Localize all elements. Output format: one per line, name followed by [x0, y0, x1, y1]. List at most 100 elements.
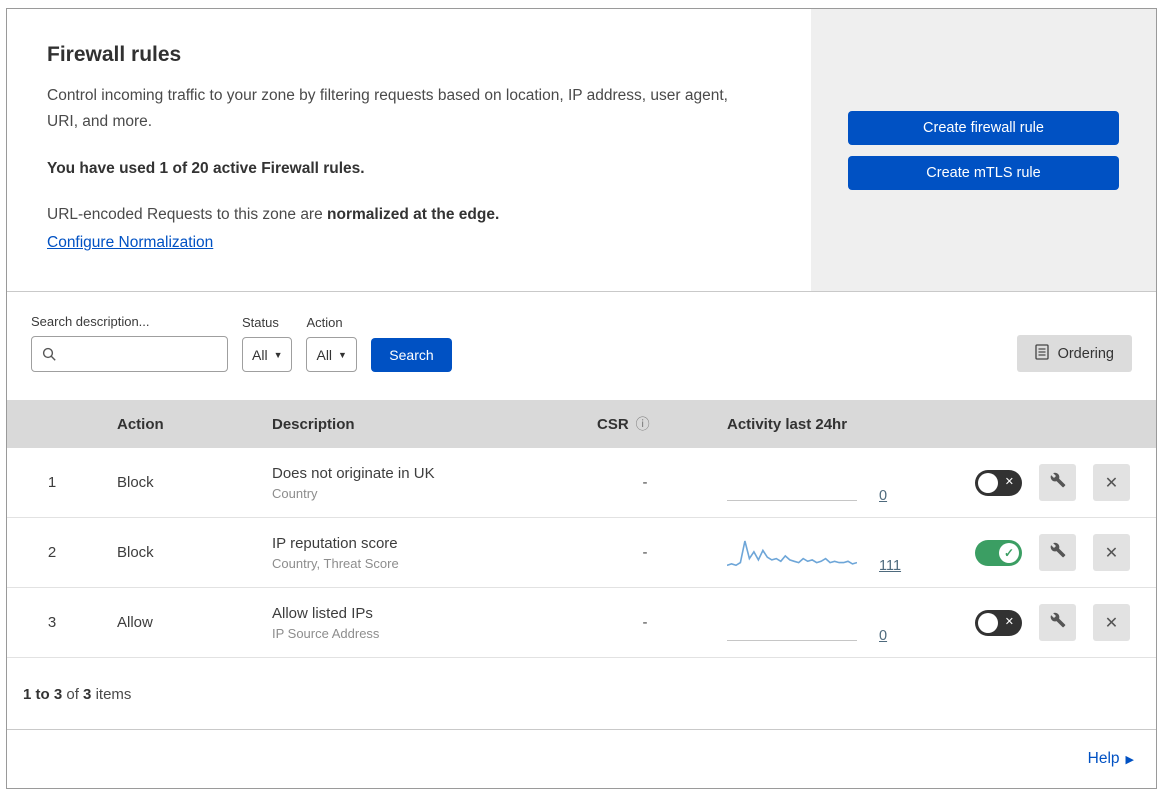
rule-description-cell: Does not originate in UK Country: [272, 465, 597, 501]
edit-rule-button[interactable]: [1039, 534, 1076, 571]
status-select[interactable]: All ▼: [242, 337, 293, 372]
pagination-summary: 1 to 3 of 3 items: [7, 659, 1156, 730]
action-label: Action: [306, 315, 343, 330]
normalization-note: URL-encoded Requests to this zone are no…: [47, 206, 771, 224]
create-firewall-rule-button[interactable]: Create firewall rule: [848, 110, 1119, 145]
activity-cell: 0: [693, 465, 961, 504]
activity-count-link[interactable]: 0: [879, 488, 887, 504]
toggle-knob: ✓: [999, 542, 1019, 563]
search-field: Search description...: [31, 314, 228, 372]
rule-enabled-toggle[interactable]: ✕ ✓: [975, 609, 1022, 636]
usage-summary: You have used 1 of 20 active Firewall ru…: [47, 160, 365, 178]
rule-description[interactable]: Does not originate in UK: [272, 465, 597, 482]
items-label: items: [95, 685, 132, 703]
wrench-icon: [1050, 612, 1066, 633]
delete-rule-button[interactable]: ✕: [1093, 534, 1130, 571]
ordering-label: Ordering: [1057, 345, 1114, 362]
status-field: Status All ▼: [242, 315, 293, 372]
chevron-down-icon: ▼: [338, 349, 347, 360]
edit-rule-button[interactable]: [1039, 464, 1076, 501]
activity-sparkline-empty: [727, 465, 857, 501]
items-total: 3: [83, 685, 92, 703]
action-value: All: [316, 346, 333, 363]
rule-number: 2: [47, 544, 57, 561]
delete-rule-button[interactable]: ✕: [1093, 464, 1130, 501]
delete-rule-button[interactable]: ✕: [1093, 604, 1130, 641]
header-activity: Activity last 24hr: [727, 415, 848, 433]
activity-sparkline: [727, 535, 857, 571]
rule-controls: ✕ ✓ ✕: [961, 464, 1156, 501]
edit-rule-button[interactable]: [1039, 604, 1076, 641]
search-button[interactable]: Search: [370, 338, 452, 372]
action-select[interactable]: All ▼: [306, 337, 357, 372]
rule-enabled-toggle[interactable]: ✕ ✓: [975, 539, 1022, 566]
page-description: Control incoming traffic to your zone by…: [47, 87, 728, 130]
create-mtls-rule-button[interactable]: Create mTLS rule: [848, 155, 1119, 190]
rule-action: Allow: [117, 614, 153, 631]
rule-controls: ✕ ✓ ✕: [961, 604, 1156, 641]
help-label: Help: [1087, 750, 1120, 767]
status-label: Status: [242, 315, 279, 330]
search-icon: [42, 347, 57, 362]
filter-toolbar: Search description... Status All ▼ Actio…: [7, 292, 1156, 400]
action-panel: Create firewall rule Create mTLS rule: [811, 9, 1156, 291]
header-action: Action: [117, 415, 164, 433]
rule-criteria: Country: [272, 485, 318, 501]
toggle-knob: ✓: [978, 612, 998, 633]
table-row: 2 Block IP reputation score Country, Thr…: [7, 518, 1156, 588]
rule-description[interactable]: Allow listed IPs: [272, 605, 597, 622]
table-header: Action Description CSR ⓘ Activity last 2…: [7, 400, 1156, 448]
rule-controls: ✕ ✓ ✕: [961, 534, 1156, 571]
help-link[interactable]: Help ▶: [1088, 750, 1134, 768]
close-icon: ✕: [1104, 474, 1119, 492]
header-section: Firewall rules Control incoming traffic …: [7, 9, 1156, 292]
rule-description-cell: IP reputation score Country, Threat Scor…: [272, 535, 597, 571]
wrench-icon: [1050, 542, 1066, 563]
info-icon[interactable]: ⓘ: [636, 414, 650, 434]
help-arrow-icon: ▶: [1125, 753, 1134, 766]
search-input[interactable]: [31, 336, 228, 372]
header-text-block: Firewall rules Control incoming traffic …: [7, 9, 811, 291]
toggle-knob: ✓: [978, 472, 998, 493]
rule-action: Block: [117, 544, 154, 561]
rule-csr: -: [642, 544, 648, 561]
rule-description-cell: Allow listed IPs IP Source Address: [272, 605, 597, 641]
toggle-x-icon: ✕: [1004, 615, 1014, 628]
rule-number: 3: [47, 614, 57, 631]
table-row: 1 Block Does not originate in UK Country…: [7, 448, 1156, 518]
rule-description[interactable]: IP reputation score: [272, 535, 597, 552]
rule-enabled-toggle[interactable]: ✕ ✓: [975, 469, 1022, 496]
activity-cell: 111: [693, 535, 961, 574]
rule-criteria: IP Source Address: [272, 625, 380, 641]
toggle-x-icon: ✕: [1004, 475, 1014, 488]
configure-normalization-link[interactable]: Configure Normalization: [47, 234, 213, 251]
help-bar: Help ▶: [7, 730, 1156, 788]
rule-number: 1: [47, 474, 57, 491]
wrench-icon: [1050, 472, 1066, 493]
normalization-text: URL-encoded Requests to this zone are: [47, 206, 323, 224]
toggle-check-icon: ✓: [1003, 545, 1015, 560]
header-description: Description: [272, 415, 355, 433]
header-csr-label: CSR: [597, 415, 629, 433]
search-label: Search description...: [31, 314, 150, 329]
activity-count-link[interactable]: 0: [879, 628, 887, 644]
rule-csr: -: [642, 474, 648, 491]
rule-criteria: Country, Threat Score: [272, 555, 399, 571]
ordering-button[interactable]: Ordering: [1016, 335, 1132, 372]
firewall-rules-card: Firewall rules Control incoming traffic …: [6, 8, 1157, 789]
rule-action: Block: [117, 474, 154, 491]
items-range: 1 to 3: [23, 685, 63, 703]
close-icon: ✕: [1104, 614, 1119, 632]
ordering-icon: [1034, 343, 1049, 364]
header-csr: CSR ⓘ: [597, 414, 693, 434]
activity-count-link[interactable]: 111: [879, 558, 901, 574]
table-row: 3 Allow Allow listed IPs IP Source Addre…: [7, 588, 1156, 658]
rule-csr: -: [642, 614, 648, 631]
chevron-down-icon: ▼: [273, 349, 283, 360]
action-field: Action All ▼: [306, 315, 357, 372]
activity-sparkline-empty: [727, 605, 857, 641]
activity-cell: 0: [693, 605, 961, 644]
status-value: All: [252, 346, 268, 363]
close-icon: ✕: [1104, 544, 1119, 562]
page-title: Firewall rules: [47, 43, 182, 66]
